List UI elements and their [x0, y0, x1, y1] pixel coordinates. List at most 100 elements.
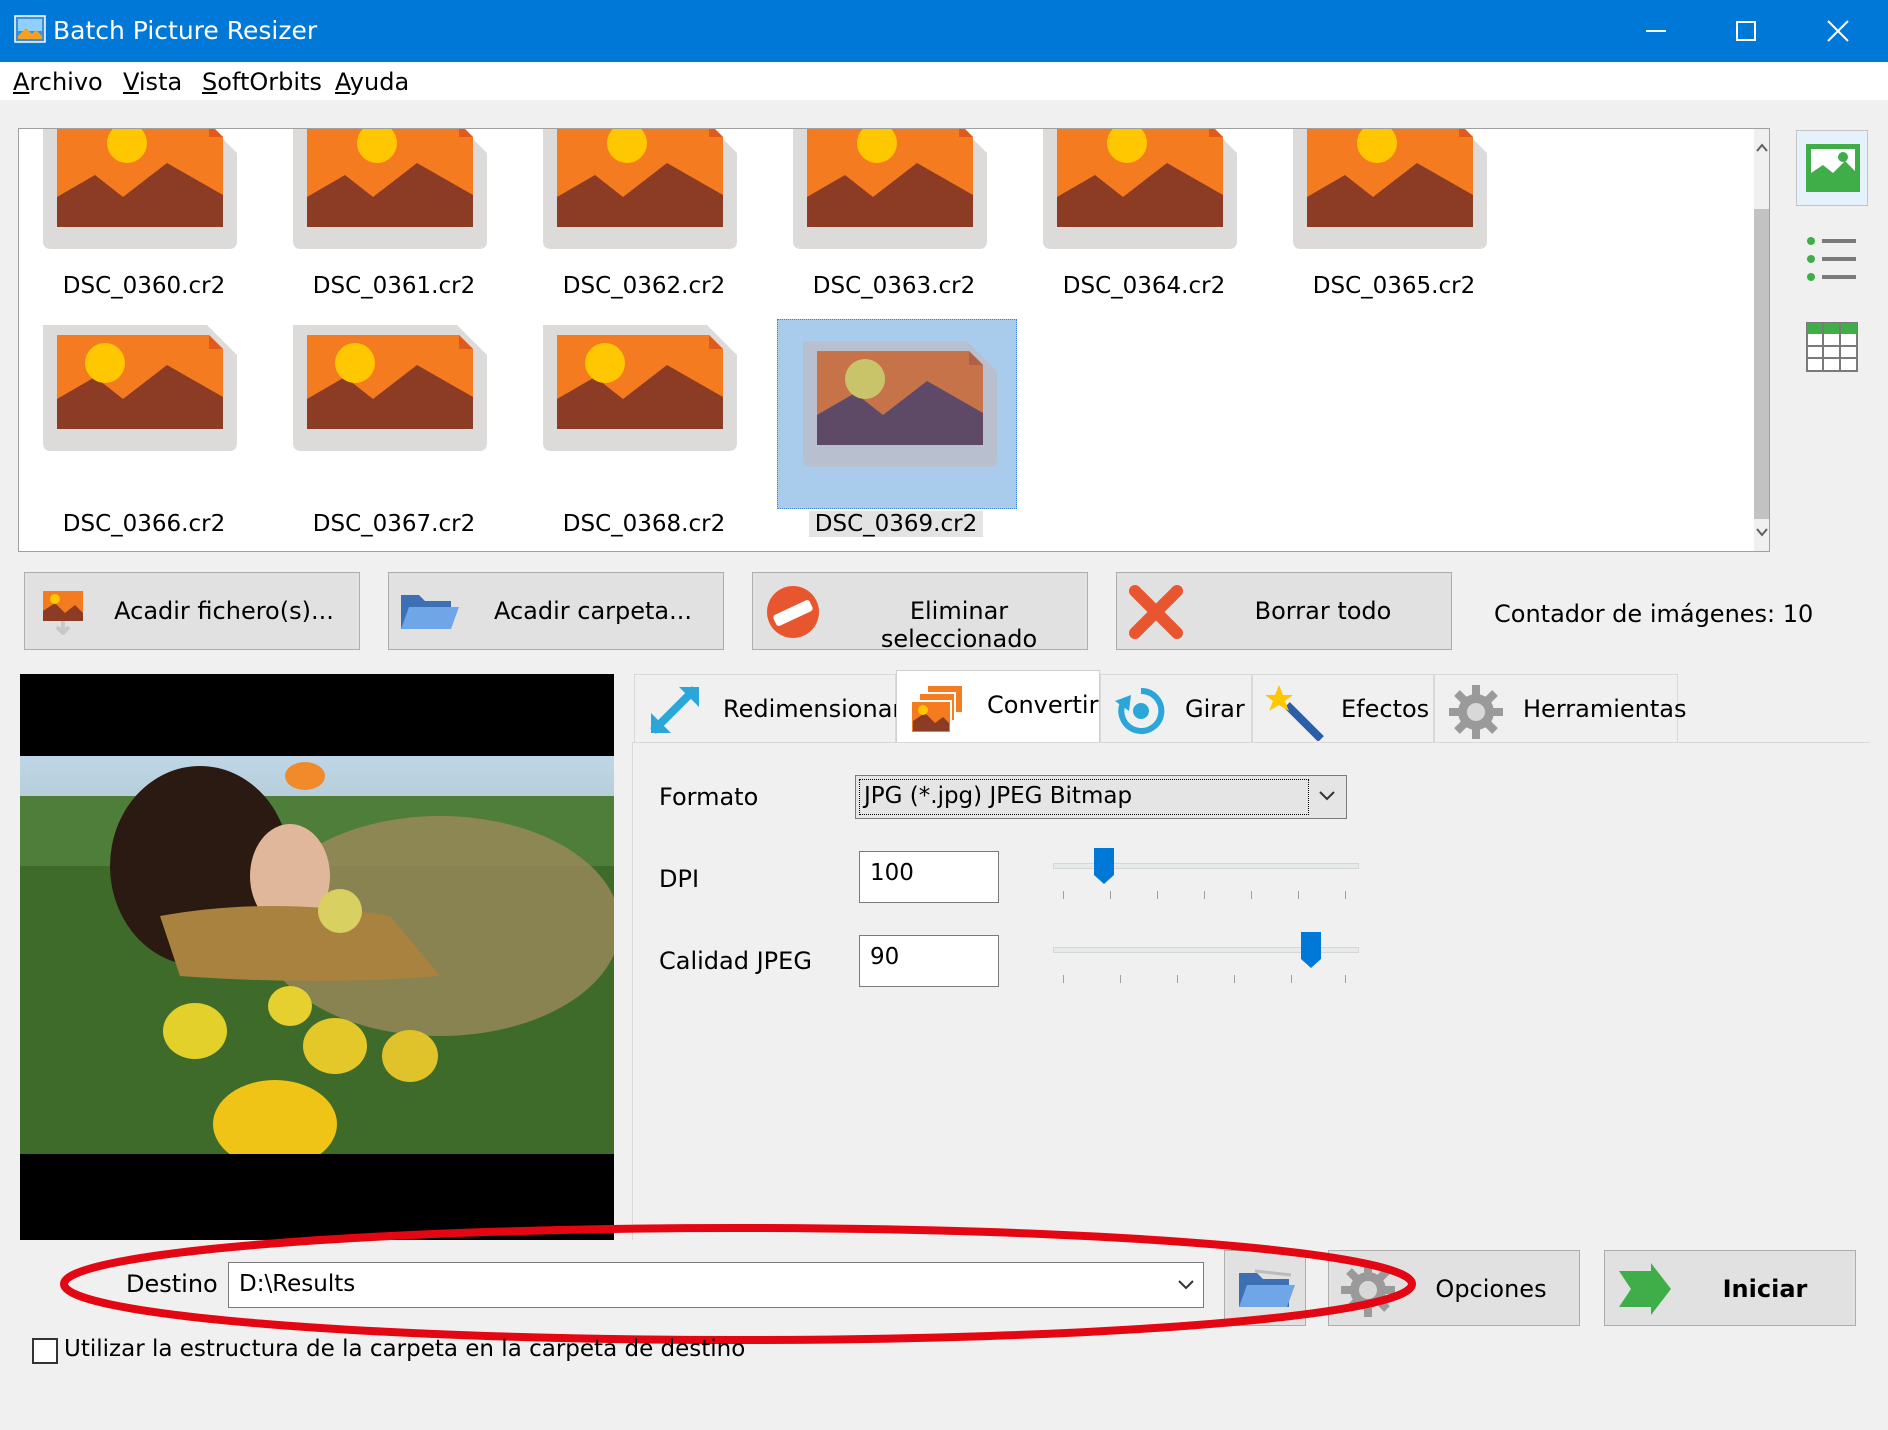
- thumbnail-item[interactable]: DSC_0367.cr2: [269, 325, 497, 551]
- chevron-down-icon: [1178, 1280, 1194, 1290]
- slider-thumb[interactable]: [1300, 931, 1322, 969]
- image-file-icon: [543, 325, 737, 451]
- add-files-button[interactable]: Acadir fichero(s)...: [24, 572, 360, 650]
- minimize-button[interactable]: [1620, 0, 1692, 62]
- menu-ayuda[interactable]: Ayuda: [335, 68, 409, 96]
- gear-icon: [1341, 1263, 1395, 1317]
- start-label: Iniciar: [1722, 1275, 1808, 1303]
- image-file-icon: [793, 129, 987, 249]
- thumbnail-label: DSC_0368.cr2: [562, 511, 726, 537]
- image-file-icon: [1043, 129, 1237, 249]
- maximize-icon: [1736, 21, 1756, 41]
- view-list-button[interactable]: [1796, 222, 1868, 298]
- add-folder-button[interactable]: Acadir carpeta...: [388, 572, 724, 650]
- format-select[interactable]: JPG (*.jpg) JPEG Bitmap: [855, 775, 1347, 819]
- dpi-input[interactable]: 100: [859, 851, 999, 903]
- preview-photo: [20, 756, 614, 1154]
- dpi-label: DPI: [659, 865, 700, 893]
- picture-resizer-icon: [14, 15, 46, 43]
- convert-images-icon: [911, 684, 964, 734]
- tab-convertir[interactable]: Convertir: [896, 670, 1100, 744]
- rotate-icon: [1115, 687, 1165, 734]
- thumbnail-item[interactable]: DSC_0366.cr2: [19, 325, 247, 551]
- image-counter: Contador de imágenes: 10: [1494, 600, 1814, 628]
- scrollbar-thumb[interactable]: [1754, 209, 1769, 519]
- list-icon: [1807, 237, 1856, 281]
- image-file-icon: [43, 325, 237, 451]
- remove-selected-label: Eliminar seleccionado: [880, 597, 1038, 653]
- image-file-icon: [803, 341, 997, 467]
- image-thumbnails-icon: [1806, 144, 1860, 192]
- destination-combobox[interactable]: D:\Results: [228, 1262, 1204, 1308]
- clear-all-label: Borrar todo: [1254, 597, 1392, 625]
- tab-herramientas[interactable]: Herramientas: [1434, 674, 1686, 742]
- vertical-scrollbar[interactable]: [1754, 129, 1769, 551]
- view-thumbnails-button[interactable]: [1796, 130, 1868, 206]
- tab-redimensionar[interactable]: Redimensionar: [634, 674, 902, 742]
- jpeg-quality-input[interactable]: 90: [859, 935, 999, 987]
- menu-archivo[interactable]: Archivo: [13, 68, 103, 96]
- slider-thumb[interactable]: [1093, 847, 1115, 885]
- browse-destination-button[interactable]: [1224, 1250, 1306, 1326]
- tab-label: Convertir: [987, 691, 1099, 719]
- jpeg-quality-slider[interactable]: [1053, 931, 1359, 987]
- chevron-down-icon: [1319, 791, 1335, 801]
- thumbnail-label: DSC_0367.cr2: [312, 511, 476, 537]
- title-bar: Batch Picture Resizer: [0, 0, 1888, 62]
- magic-wand-icon: [1265, 685, 1324, 741]
- dpi-slider[interactable]: [1053, 847, 1359, 903]
- remove-selected-button[interactable]: Eliminar seleccionado: [752, 572, 1088, 653]
- thumbnail-label: DSC_0369.cr2: [809, 511, 983, 537]
- start-arrow-icon: [1619, 1263, 1671, 1315]
- image-file-icon: [43, 129, 237, 249]
- thumbnail-item[interactable]: DSC_0364.cr2: [1019, 129, 1247, 363]
- gear-icon: [1449, 685, 1503, 739]
- options-button[interactable]: Opciones: [1328, 1250, 1580, 1326]
- folder-icon: [401, 595, 459, 629]
- close-icon: [1827, 20, 1849, 42]
- view-table-button[interactable]: [1796, 312, 1868, 388]
- jpeg-quality-label: Calidad JPEG: [659, 947, 812, 975]
- folder-structure-label: Utilizar la estructura de la carpeta en …: [64, 1336, 746, 1362]
- thumbnail-item-selected[interactable]: DSC_0369.cr2: [769, 319, 1017, 551]
- thumbnail-label: DSC_0364.cr2: [1062, 273, 1226, 299]
- image-preview: [20, 674, 614, 1240]
- close-button[interactable]: [1802, 0, 1874, 62]
- chevron-up-icon: [1756, 143, 1768, 152]
- image-thumbnail-list[interactable]: DSC_0360.cr2 DSC_0361.cr2 DSC_0362.cr2 D…: [18, 128, 1770, 552]
- menu-vista[interactable]: Vista: [123, 68, 182, 96]
- folder-structure-checkbox[interactable]: [32, 1338, 58, 1364]
- table-icon: [1806, 322, 1858, 372]
- destination-value: D:\Results: [239, 1271, 356, 1297]
- convert-panel: Formato JPG (*.jpg) JPEG Bitmap DPI 100 …: [632, 742, 1870, 1240]
- maximize-button[interactable]: [1710, 0, 1782, 62]
- tab-label: Herramientas: [1523, 695, 1687, 723]
- add-folder-label: Acadir carpeta...: [493, 597, 693, 625]
- tab-label: Efectos: [1341, 695, 1430, 723]
- thumbnail-label: DSC_0365.cr2: [1312, 273, 1476, 299]
- remove-icon: [767, 586, 819, 638]
- folder-open-icon: [1239, 1269, 1295, 1307]
- image-file-icon: [1293, 129, 1487, 249]
- thumbnail-label: DSC_0360.cr2: [62, 273, 226, 299]
- thumbnail-item[interactable]: DSC_0368.cr2: [519, 325, 747, 551]
- format-label: Formato: [659, 783, 759, 811]
- menu-bar: Archivo Vista SoftOrbits Ayuda: [0, 62, 1888, 100]
- thumbnail-label: DSC_0366.cr2: [62, 511, 226, 537]
- tab-label: Girar: [1185, 695, 1245, 723]
- image-file-icon: [293, 129, 487, 249]
- start-button[interactable]: Iniciar: [1604, 1250, 1856, 1326]
- minimize-icon: [1646, 30, 1666, 32]
- destination-label: Destino: [126, 1270, 218, 1298]
- window-title: Batch Picture Resizer: [53, 16, 318, 45]
- tab-efectos[interactable]: Efectos: [1252, 674, 1434, 742]
- thumbnail-item[interactable]: DSC_0365.cr2: [1269, 129, 1497, 363]
- tab-label: Redimensionar: [723, 695, 903, 723]
- resize-arrows-icon: [650, 686, 699, 734]
- clear-all-button[interactable]: Borrar todo: [1116, 572, 1452, 650]
- options-label: Opciones: [1435, 1275, 1547, 1303]
- image-file-icon: [543, 129, 737, 249]
- tab-girar[interactable]: Girar: [1100, 674, 1252, 742]
- menu-softorbits[interactable]: SoftOrbits: [202, 68, 322, 96]
- add-files-label: Acadir fichero(s)...: [114, 597, 334, 625]
